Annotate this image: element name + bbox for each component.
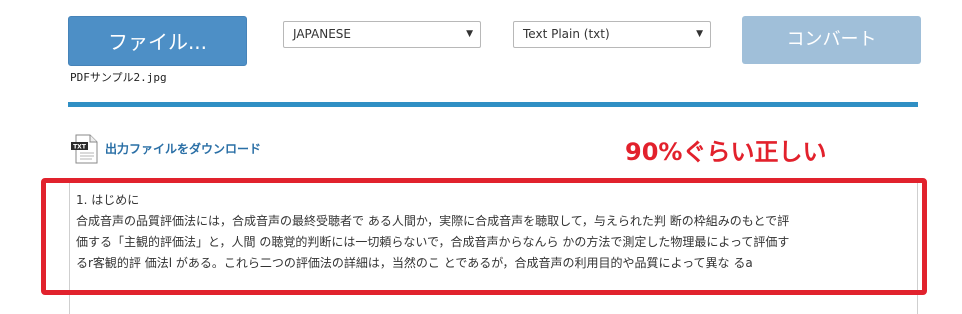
output-line: 価する「主観的評価法」と，人間 の聴覚的判断には一切頼らないで，合成音声からなん… (76, 235, 790, 249)
output-line: るr客観的評 価法l がある。これら二つの評価法の詳細は，当然のこ とであるが，… (76, 256, 753, 270)
output-format-select[interactable]: Text Plain (txt) ▼ (513, 21, 711, 48)
download-link-label: 出力ファイルをダウンロード (105, 142, 262, 156)
language-select[interactable]: JAPANESE ▼ (283, 21, 481, 48)
output-format-select-value: Text Plain (txt) (523, 27, 610, 41)
chevron-down-icon: ▼ (466, 29, 473, 39)
output-text-area: 1. はじめに 合成音声の品質評価法には，合成音声の最終受聴者で ある人間か，実… (69, 180, 918, 314)
progress-bar (68, 102, 918, 107)
convert-button[interactable]: コンバート (742, 16, 921, 64)
chevron-down-icon: ▼ (696, 29, 703, 39)
selected-file-name: PDFサンプル2.jpg (70, 71, 167, 84)
svg-text:TXT: TXT (73, 144, 87, 151)
output-line: 合成音声の品質評価法には，合成音声の最終受聴者で ある人間か，実際に合成音声を聴… (76, 214, 790, 228)
output-text: 1. はじめに 合成音声の品質評価法には，合成音声の最終受聴者で ある人間か，実… (76, 190, 912, 274)
txt-document-icon: TXT (71, 134, 98, 164)
language-select-value: JAPANESE (293, 27, 351, 41)
file-select-button[interactable]: ファイル... (68, 16, 247, 66)
accuracy-annotation: 90%ぐらい正しい (625, 138, 827, 166)
output-line: 1. はじめに (76, 193, 140, 207)
